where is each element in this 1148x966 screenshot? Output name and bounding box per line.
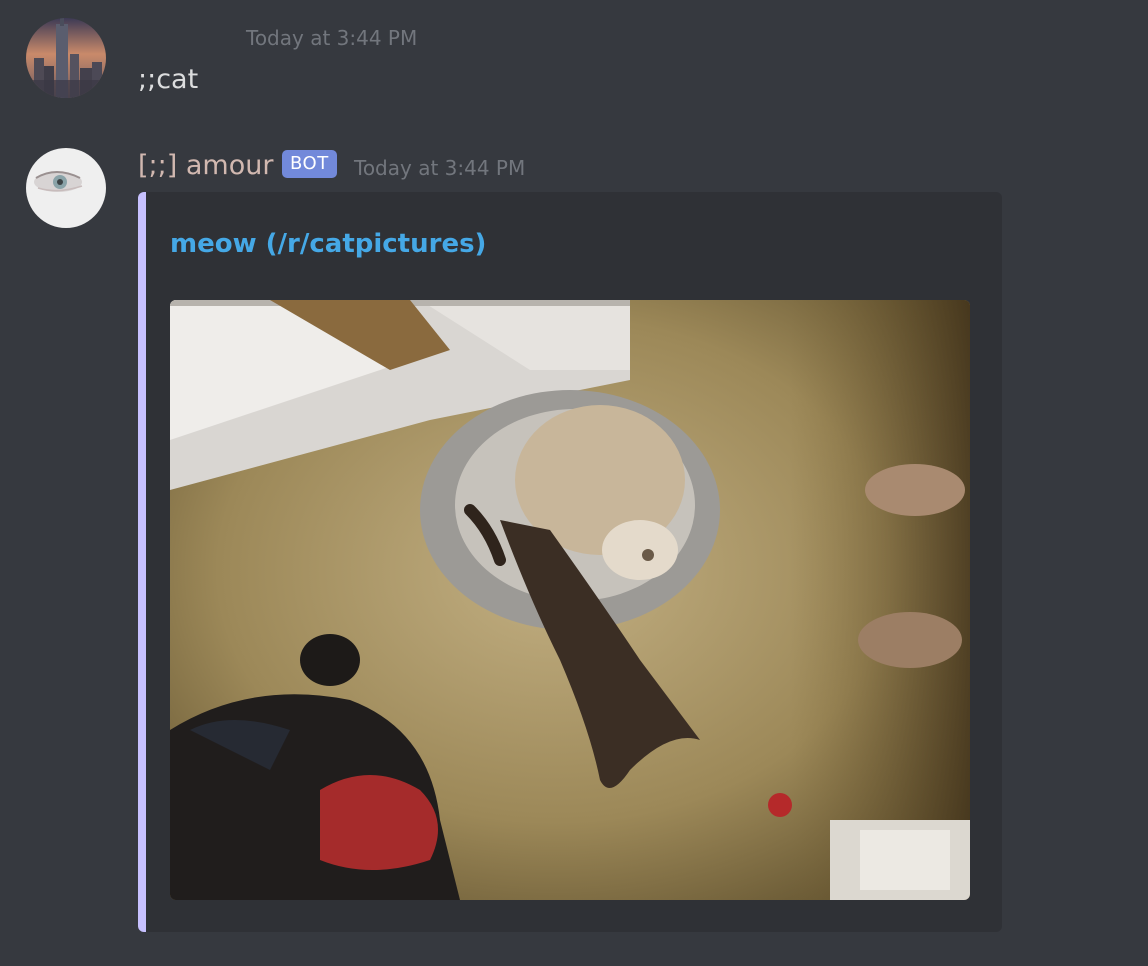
message-timestamp: Today at 3:44 PM — [246, 26, 418, 50]
embed-image[interactable] — [170, 300, 970, 900]
user-avatar[interactable] — [26, 18, 106, 98]
embed-accent-bar — [138, 192, 146, 932]
city-skyline-image — [26, 18, 106, 98]
bot-avatar[interactable] — [26, 148, 106, 228]
message-content: ;;cat — [138, 64, 199, 95]
cat-photo — [170, 300, 970, 900]
bot-badge: BOT — [282, 150, 337, 178]
eye-image — [26, 148, 106, 228]
chat-area: Today at 3:44 PM ;;cat [;;] amour BOT To… — [0, 0, 1148, 966]
bot-username[interactable]: [;;] amour — [138, 148, 273, 184]
message-timestamp: Today at 3:44 PM — [354, 156, 526, 180]
message-embed: meow (/r/catpictures) — [138, 192, 1002, 932]
embed-title-link[interactable]: meow (/r/catpictures) — [170, 228, 486, 260]
